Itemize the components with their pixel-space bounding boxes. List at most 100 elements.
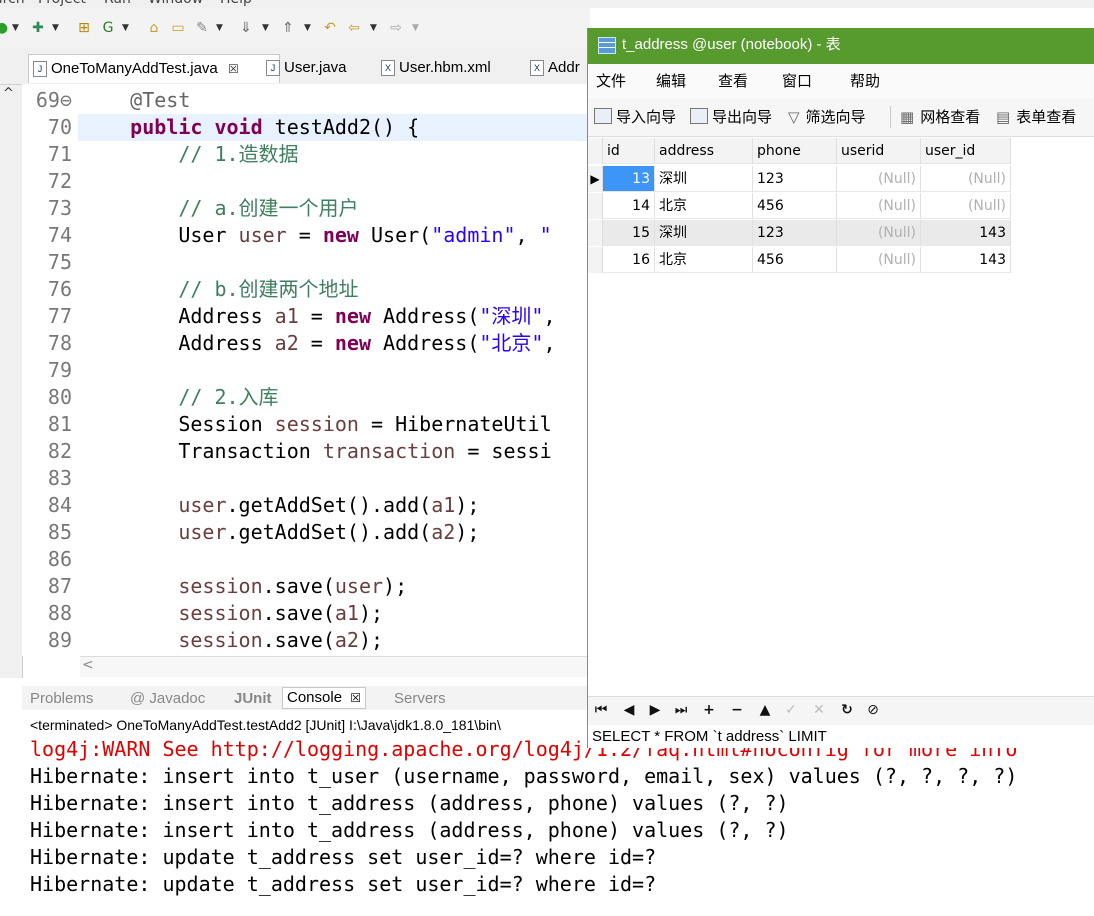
chevron-down-icon[interactable]: ▼ xyxy=(370,20,378,36)
prev-record-icon[interactable]: ◀ xyxy=(620,701,638,719)
chevron-down-icon[interactable]: ▼ xyxy=(122,20,130,36)
horizontal-scrollbar[interactable]: < xyxy=(80,656,590,677)
tab-servers[interactable]: Servers xyxy=(394,689,446,709)
column-header-id[interactable]: id xyxy=(603,138,655,164)
new-class-icon[interactable]: G xyxy=(100,20,116,36)
folder-icon[interactable]: ▭ xyxy=(170,20,186,36)
forward-icon[interactable]: ⇨ xyxy=(388,20,404,36)
menu-window[interactable]: 窗口 xyxy=(782,72,812,90)
grid-cell[interactable]: (Null) xyxy=(837,193,921,219)
tab-console[interactable]: Console ☒ xyxy=(282,687,366,709)
code-line[interactable]: // 1.造数据 xyxy=(82,141,298,168)
grid-view-button[interactable]: ▦ 网格查看 xyxy=(900,108,980,126)
chevron-down-icon[interactable]: ▼ xyxy=(304,20,312,36)
last-edit-icon[interactable]: ↶ xyxy=(322,20,338,36)
column-header-phone[interactable]: phone xyxy=(753,138,837,164)
row-header[interactable] xyxy=(588,220,603,246)
prev-annotation-icon[interactable]: ⇑ xyxy=(280,20,296,36)
grid-cell[interactable]: 16 xyxy=(603,247,655,273)
debug-icon[interactable]: ✚ xyxy=(30,20,46,36)
chevron-down-icon[interactable]: ▼ xyxy=(12,20,20,36)
tab-user-java[interactable]: J User.java xyxy=(262,54,347,82)
tab-javadoc[interactable]: @ Javadoc xyxy=(130,689,205,709)
run-icon[interactable]: ● xyxy=(0,20,10,36)
menu-item[interactable]: Help xyxy=(220,0,252,7)
next-record-icon[interactable]: ▶ xyxy=(646,701,664,719)
delete-record-icon[interactable]: − xyxy=(728,701,746,719)
menu-help[interactable]: 帮助 xyxy=(850,72,880,90)
close-icon[interactable]: ☒ xyxy=(350,691,361,705)
code-line[interactable]: Address a2 = new Address("北京", xyxy=(82,330,555,357)
code-editor[interactable]: 69⊖ @Test 70 public void testAdd2() {71 /… xyxy=(22,84,590,656)
grid-cell[interactable]: (Null) xyxy=(837,166,921,192)
import-wizard-button[interactable]: 导入向导 xyxy=(594,108,676,126)
grid-cell[interactable]: 123 xyxy=(753,220,837,246)
code-line[interactable]: // b.创建两个地址 xyxy=(82,276,358,303)
chevron-down-icon[interactable]: ▼ xyxy=(216,20,224,36)
filter-wizard-button[interactable]: ▽ 筛选向导 xyxy=(788,108,866,126)
menu-view[interactable]: 查看 xyxy=(718,72,748,90)
grid-cell[interactable]: 143 xyxy=(921,220,1011,246)
window-title-bar[interactable]: t_address @user (notebook) - 表 xyxy=(588,28,1094,64)
tab-address[interactable]: X Addr xyxy=(526,54,580,82)
first-record-icon[interactable]: ⏮ xyxy=(592,701,610,719)
chevron-down-icon[interactable]: ▼ xyxy=(262,20,270,36)
menu-item[interactable]: arch xyxy=(0,0,25,7)
code-line[interactable]: session.save(user); xyxy=(82,573,407,600)
code-line[interactable]: user.getAddSet().add(a1); xyxy=(82,492,479,519)
menu-item[interactable]: Project xyxy=(38,0,86,7)
next-annotation-icon[interactable]: ⇓ xyxy=(238,20,254,36)
grid-cell[interactable]: 456 xyxy=(753,193,837,219)
grid-cell[interactable]: 13 xyxy=(603,166,655,192)
column-header-user-id[interactable]: user_id xyxy=(921,138,1011,164)
grid-cell[interactable]: (Null) xyxy=(837,220,921,246)
grid-cell[interactable]: 北京 xyxy=(655,247,753,273)
export-wizard-button[interactable]: 导出向导 xyxy=(690,108,772,126)
grid-cell[interactable]: (Null) xyxy=(921,193,1011,219)
apply-icon[interactable]: ✓ xyxy=(782,701,800,719)
menu-edit[interactable]: 编辑 xyxy=(656,72,686,90)
grid-cell[interactable]: (Null) xyxy=(837,247,921,273)
grid-cell[interactable]: 北京 xyxy=(655,193,753,219)
code-line[interactable]: // 2.入库 xyxy=(82,384,278,411)
collapse-icon[interactable]: ^ xyxy=(3,86,14,101)
code-line[interactable]: session.save(a1); xyxy=(82,600,383,627)
code-line[interactable]: @Test xyxy=(82,87,190,114)
tab-user-hbm-xml[interactable]: X User.hbm.xml xyxy=(377,54,491,82)
menu-file[interactable]: 文件 xyxy=(596,72,626,90)
chevron-down-icon[interactable]: ▼ xyxy=(52,20,60,36)
row-header[interactable] xyxy=(588,193,603,219)
code-line[interactable]: Transaction transaction = sessi xyxy=(82,438,551,465)
grid-cell[interactable]: 深圳 xyxy=(655,166,753,192)
code-line[interactable]: User user = new User("admin", " xyxy=(82,222,551,249)
row-header[interactable] xyxy=(588,247,603,273)
code-line[interactable]: session.save(a2); xyxy=(82,627,383,654)
column-header-address[interactable]: address xyxy=(655,138,753,164)
close-icon[interactable]: ☒ xyxy=(228,62,239,76)
menu-item[interactable]: Window xyxy=(148,0,203,7)
grid-cell[interactable]: 15 xyxy=(603,220,655,246)
refresh-icon[interactable]: ↻ xyxy=(838,701,856,719)
code-line[interactable]: // a.创建一个用户 xyxy=(82,195,358,222)
grid-cell[interactable]: 143 xyxy=(921,247,1011,273)
grid-cell[interactable]: 14 xyxy=(603,193,655,219)
grid-cell[interactable]: 456 xyxy=(753,247,837,273)
back-icon[interactable]: ⇦ xyxy=(346,20,362,36)
column-header-userid[interactable]: userid xyxy=(837,138,921,164)
new-package-icon[interactable]: ⊞ xyxy=(76,20,92,36)
pen-icon[interactable]: ✎ xyxy=(194,20,210,36)
tab-problems[interactable]: Problems xyxy=(30,689,93,709)
add-record-icon[interactable]: + xyxy=(700,701,718,719)
code-line[interactable]: Address a1 = new Address("深圳", xyxy=(82,303,555,330)
tab-junit[interactable]: JUnit xyxy=(234,689,272,709)
discard-icon[interactable]: ✕ xyxy=(810,701,828,719)
chevron-left-icon[interactable]: < xyxy=(82,657,94,673)
grid-cell[interactable]: 123 xyxy=(753,166,837,192)
stop-icon[interactable]: ⊘ xyxy=(864,701,882,719)
open-type-icon[interactable]: ⌂ xyxy=(146,20,162,36)
form-view-button[interactable]: ▤ 表单查看 xyxy=(996,108,1076,126)
code-line[interactable]: public void testAdd2() { xyxy=(82,114,419,141)
move-up-icon[interactable]: ▲ xyxy=(756,701,774,719)
code-line[interactable]: Session session = HibernateUtil xyxy=(82,411,551,438)
tab-onetomanyaddtest[interactable]: J OneToManyAddTest.java ☒ xyxy=(28,54,280,83)
